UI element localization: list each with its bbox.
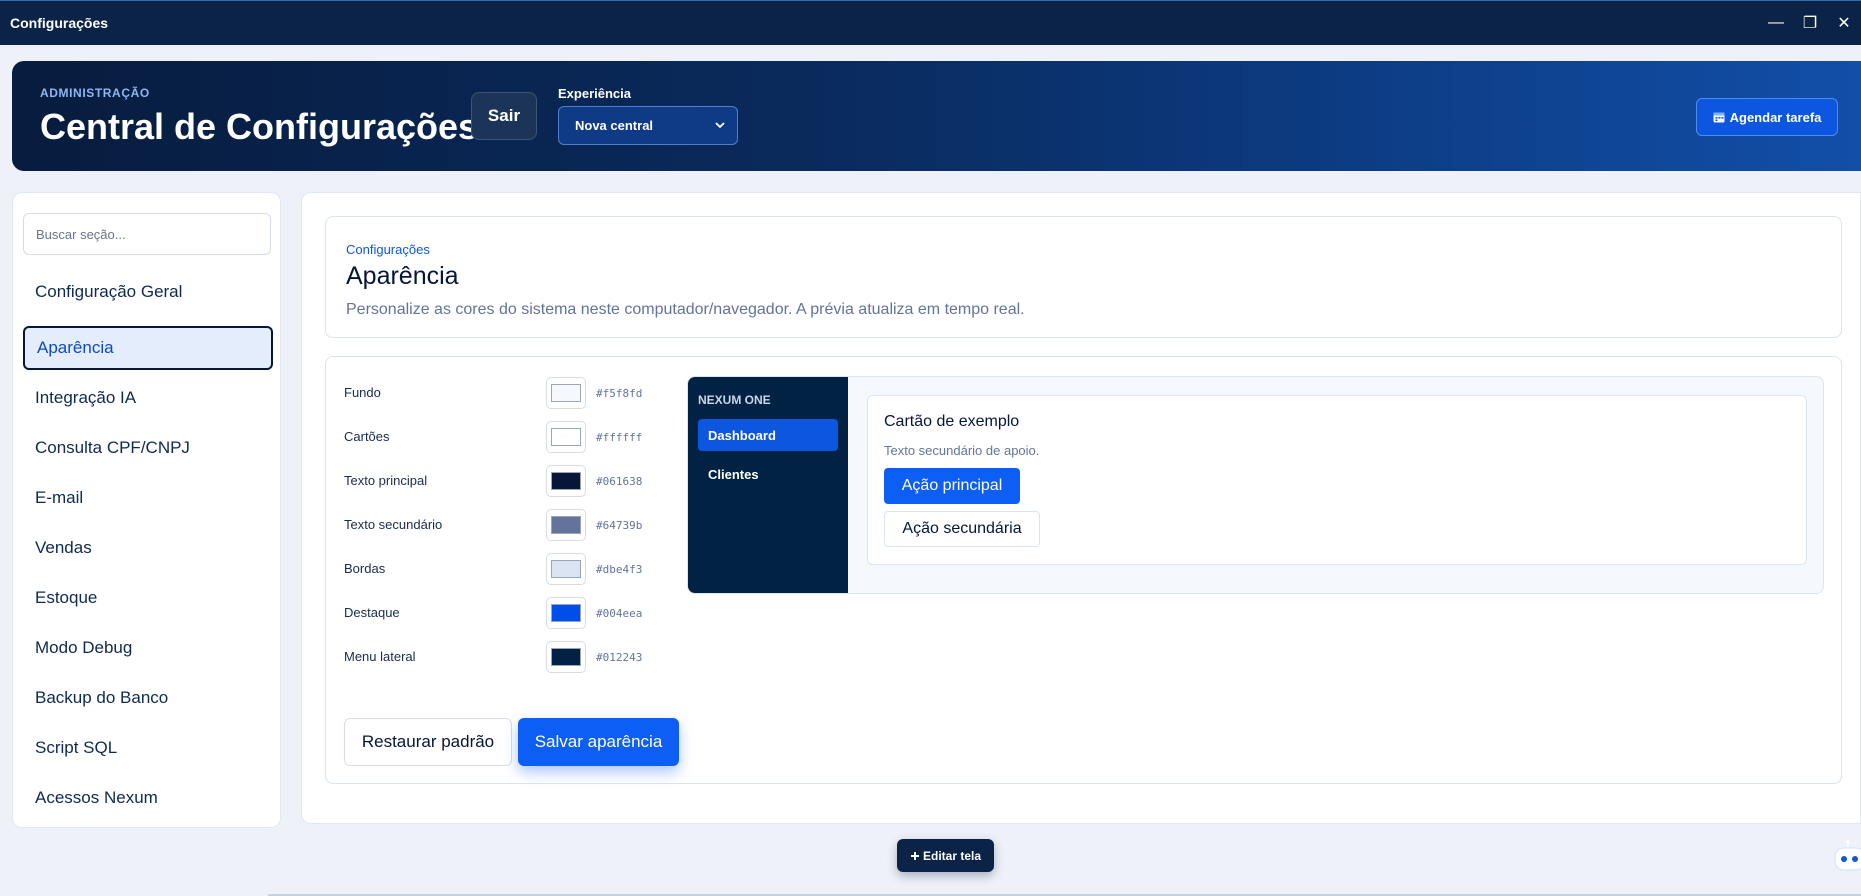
color-picker-cartoes[interactable] [546,421,586,453]
preview-primary-button: Ação principal [884,468,1020,504]
preview-secondary-button: Ação secundária [884,511,1040,547]
color-row-bordas: Bordas #dbe4f3 [326,553,656,585]
color-swatch [551,648,581,666]
page-title: Aparência [346,262,459,290]
color-swatch [551,472,581,490]
restore-default-button[interactable]: Restaurar padrão [344,718,512,766]
schedule-task-button[interactable]: Agendar tarefa [1696,98,1838,136]
color-swatch [551,604,581,622]
preview-sidebar: NEXUM ONE Dashboard Clientes [688,377,848,593]
color-picker-texto-principal[interactable] [546,465,586,497]
header-eyebrow: ADMINISTRAÇÃO [40,86,150,100]
maximize-icon[interactable]: ❐ [1793,1,1827,45]
color-picker-fundo[interactable] [546,377,586,409]
section-header-card: Configurações Aparência Personalize as c… [325,216,1842,338]
logout-button[interactable]: Sair [471,92,537,140]
color-hex: #061638 [596,475,643,488]
appearance-card: Fundo #f5f8fd Cartões #ffffff Texto prin… [325,356,1842,784]
sidebar-item-script-sql[interactable]: Script SQL [23,726,273,770]
sidebar-item-aparencia[interactable]: Aparência [23,326,273,370]
sidebar-item-configuracao-geral[interactable]: Configuração Geral [23,270,273,314]
color-hex: #64739b [596,519,643,532]
sidebar-item-backup-do-banco[interactable]: Backup do Banco [23,676,273,720]
settings-sidebar: Configuração Geral Aparência Integração … [12,192,281,828]
color-row-texto-principal: Texto principal #061638 [326,465,656,497]
color-row-texto-secundario: Texto secundário #64739b [326,509,656,541]
color-hex: #012243 [596,651,643,664]
preview-card-title: Cartão de exemplo [884,413,1020,430]
sidebar-item-modo-debug[interactable]: Modo Debug [23,626,273,670]
color-label: Destaque [344,605,400,620]
edit-screen-label: Editar tela [922,848,982,863]
color-label: Bordas [344,561,386,576]
preview-nav-dashboard: Dashboard [698,419,838,451]
color-label: Texto principal [344,473,428,488]
color-label: Fundo [344,385,381,400]
preview-nav-clientes: Clientes [708,467,759,482]
color-hex: #ffffff [596,431,643,444]
window-title: Configurações [10,15,109,31]
color-row-destaque: Destaque #004eea [326,597,656,629]
schedule-task-label: Agendar tarefa [1729,109,1822,125]
page-header-banner: ADMINISTRAÇÃO Central de Configurações S… [12,61,1861,171]
experience-select-value: Nova central [575,118,654,133]
experience-label: Experiência [558,86,631,101]
color-swatch [551,384,581,402]
color-row-menu-lateral: Menu lateral #012243 [326,641,656,673]
color-picker-bordas[interactable] [546,553,586,585]
color-picker-destaque[interactable] [546,597,586,629]
close-icon[interactable]: ✕ [1827,1,1861,45]
preview-card: Cartão de exemplo Texto secundário de ap… [867,395,1807,565]
color-hex: #f5f8fd [596,387,643,400]
color-hex: #004eea [596,607,643,620]
color-row-cartoes: Cartões #ffffff [326,421,656,453]
page-subtitle: Personalize as cores do sistema neste co… [346,301,1025,318]
breadcrumb[interactable]: Configurações [346,242,430,257]
color-label: Menu lateral [344,649,416,664]
color-picker-texto-secundario[interactable] [546,509,586,541]
color-swatch [551,428,581,446]
chevron-down-icon [715,122,725,129]
preview-brand: NEXUM ONE [698,393,771,407]
sidebar-item-email[interactable]: E-mail [23,476,273,520]
color-hex: #dbe4f3 [596,563,643,576]
save-appearance-button[interactable]: Salvar aparência [518,718,679,766]
preview-card-subtitle: Texto secundário de apoio. [884,443,1040,458]
sidebar-item-integracao-ia[interactable]: Integração IA [23,376,273,420]
theme-preview: NEXUM ONE Dashboard Clientes Cartão de e… [687,376,1824,594]
window-controls: — ❐ ✕ [1759,1,1861,45]
plus-icon [910,851,919,860]
window-titlebar: Configurações — ❐ ✕ [0,0,1861,45]
sidebar-item-estoque[interactable]: Estoque [23,576,273,620]
color-swatch [551,560,581,578]
color-label: Cartões [344,429,390,444]
minimize-icon[interactable]: — [1759,1,1793,45]
sidebar-item-acessos-nexum[interactable]: Acessos Nexum [23,776,273,820]
assistant-bot-icon[interactable] [1829,840,1861,896]
edit-screen-button[interactable]: Editar tela [897,839,994,872]
color-picker-menu-lateral[interactable] [546,641,586,673]
sidebar-item-consulta-cpf-cnpj[interactable]: Consulta CPF/CNPJ [23,426,273,470]
color-label: Texto secundário [344,517,443,532]
calendar-icon [1713,112,1725,123]
color-row-fundo: Fundo #f5f8fd [326,377,656,409]
color-swatch [551,516,581,534]
header-title: Central de Configurações [40,106,479,147]
sidebar-item-vendas[interactable]: Vendas [23,526,273,570]
section-search-input[interactable] [23,213,271,255]
experience-select[interactable]: Nova central [558,106,738,145]
